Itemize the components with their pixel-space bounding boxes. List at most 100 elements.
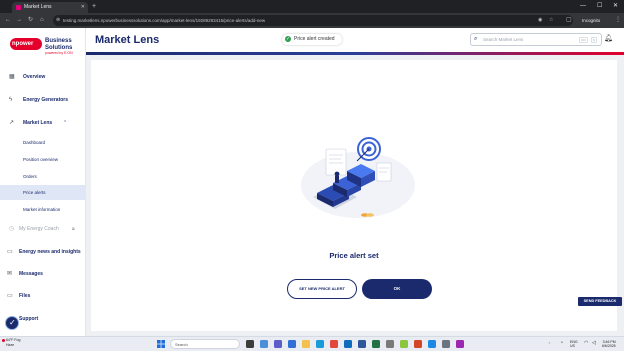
app-icon[interactable] <box>400 340 408 348</box>
sidebar-item-market-lens[interactable]: ↗ Market Lens ⌃ <box>0 114 86 131</box>
npower-logo[interactable]: npower <box>10 38 42 50</box>
excel-icon[interactable] <box>372 340 380 348</box>
windows-start-icon[interactable] <box>157 340 165 348</box>
teams-icon[interactable] <box>274 340 282 348</box>
incognito-label[interactable]: Incognito <box>582 16 600 25</box>
address-bar: ← → ↻ ⌂ ⊜ testing.marketlens.npowerbusin… <box>0 13 624 28</box>
back-icon[interactable]: ← <box>5 16 11 24</box>
omnibox[interactable]: ⊜ testing.marketlens.npowerbusinesssolut… <box>53 15 573 26</box>
chevron-up-icon[interactable]: ⌃ <box>548 342 551 346</box>
edge-icon[interactable] <box>316 340 324 348</box>
extensions-icon[interactable]: ▢ <box>566 16 572 24</box>
set-new-price-alert-button[interactable]: SET NEW PRICE ALERT <box>287 279 357 299</box>
sidebar-sub-market-information[interactable]: Market information <box>0 202 86 217</box>
trend-icon: ↗ <box>9 119 15 126</box>
toast-text: Price alert created <box>294 36 335 42</box>
browser-tab[interactable]: Market Lens ✕ <box>12 2 88 13</box>
word-icon[interactable] <box>358 340 366 348</box>
taskbar-search-label: Search <box>175 342 188 347</box>
app-icon[interactable] <box>456 340 464 348</box>
app-icon[interactable] <box>288 340 296 348</box>
send-feedback-button[interactable]: SEND FEEDBACK <box>578 297 622 306</box>
coach-icon: ◷ <box>9 225 15 232</box>
weather-temp: 64°F <box>6 338 14 342</box>
result-card: Price alert set SET NEW PRICE ALERT OK <box>91 60 617 331</box>
favicon-icon <box>16 5 21 10</box>
task-view-icon[interactable] <box>246 340 254 348</box>
sidebar-item-energy-generators[interactable]: ϟ Energy Generators <box>0 91 86 108</box>
price-alert-illustration <box>301 137 415 218</box>
check-circle-icon: ✓ <box>285 36 291 42</box>
date-text: 6/6/2025 <box>602 344 616 348</box>
chevron-up-icon[interactable]: ⌃ <box>63 119 67 127</box>
language-indicator[interactable]: ENG US <box>570 340 578 348</box>
window-close-icon[interactable]: ✕ <box>613 2 618 11</box>
sidebar-item-overview[interactable]: ▦ Overview <box>0 68 86 85</box>
weather-icon <box>2 339 5 342</box>
sidebar-item-my-energy-coach[interactable]: ◷ My Energy Coach 🔒︎ <box>0 220 86 237</box>
powerpoint-icon[interactable] <box>414 340 422 348</box>
sidebar-item-messages[interactable]: ✉ Messages <box>0 265 86 282</box>
region-text: US <box>570 344 575 348</box>
search-input[interactable] <box>483 35 563 44</box>
browser-tab-bar: Market Lens ✕ + — ☐ ✕ <box>0 0 624 13</box>
kbd-ctrl: Ctrl <box>579 37 588 43</box>
main-content: Price alert set SET NEW PRICE ALERT OK <box>86 55 624 336</box>
toast-notification: ✓ Price alert created <box>282 34 342 45</box>
sidebar-item-files[interactable]: ▭ Files <box>0 287 86 304</box>
sidebar-sub-position-overview[interactable]: Position overview <box>0 152 86 167</box>
brand-tagline: powered by E.ON <box>45 51 73 55</box>
sidebar-sub-orders[interactable]: Orders <box>0 169 86 184</box>
file-explorer-icon[interactable] <box>302 340 310 348</box>
sidebar-sub-dashboard[interactable]: Dashboard <box>0 135 86 150</box>
app: npower Business Solutions powered by E.O… <box>0 28 624 336</box>
minimize-icon[interactable]: — <box>580 2 586 11</box>
sidebar-item-energy-news[interactable]: ▭ Energy news and insights <box>0 243 86 260</box>
taskbar-search[interactable]: Search <box>170 339 240 349</box>
close-icon[interactable]: ✕ <box>81 3 85 12</box>
url-text[interactable]: testing.marketlens.npowerbusinesssolutio… <box>63 16 265 25</box>
grid-icon: ▦ <box>9 73 15 80</box>
site-info-icon[interactable]: ⊜ <box>56 16 60 25</box>
star-icon[interactable]: ☆ <box>549 16 553 25</box>
accessibility-help-button[interactable]: ✓ <box>5 316 19 330</box>
lock-icon: 🔒︎ <box>72 225 75 232</box>
forward-icon[interactable]: → <box>16 16 22 24</box>
new-tab-icon[interactable]: + <box>92 2 96 11</box>
reload-icon[interactable]: ↻ <box>28 16 33 24</box>
app-icon[interactable] <box>428 340 436 348</box>
mail-icon: ✉ <box>7 270 13 277</box>
weather-note: Haze <box>6 342 15 347</box>
folder-icon: ▭ <box>7 292 13 299</box>
outlook-icon[interactable] <box>344 340 352 348</box>
bolt-icon: ϟ <box>9 96 13 103</box>
ok-button[interactable]: OK <box>362 279 432 299</box>
taskbar: 64°F Fog Haze Search ⌃ ◔ ENG US ◠ ◁ 3:46… <box>0 336 624 351</box>
chrome-icon[interactable] <box>330 340 338 348</box>
weather-widget[interactable]: 64°F Fog Haze <box>6 338 20 347</box>
sidebar: npower Business Solutions powered by E.O… <box>0 28 86 336</box>
brand-name: Business Solutions <box>45 38 73 51</box>
menu-icon[interactable]: ⋮ <box>615 16 621 24</box>
home-icon[interactable]: ⌂ <box>40 16 44 24</box>
weather-desc: Fog <box>14 338 21 342</box>
settings-icon[interactable] <box>442 340 450 348</box>
maximize-icon[interactable]: ☐ <box>597 2 602 11</box>
news-icon: ▭ <box>7 248 13 255</box>
app-icon[interactable] <box>386 340 394 348</box>
volume-icon[interactable]: ◁ <box>592 341 596 346</box>
wifi-icon[interactable]: ◠ <box>584 341 588 346</box>
kbd-k: K <box>591 37 598 43</box>
tab-title: Market Lens <box>24 4 52 10</box>
app-icon[interactable] <box>260 340 268 348</box>
clock[interactable]: 3:46 PM 6/6/2025 <box>602 340 616 348</box>
search-icon: ⌕ <box>474 36 478 42</box>
bell-icon[interactable]: 🔔︎ <box>604 34 613 44</box>
search-box[interactable]: ⌕ Ctrl K <box>470 33 602 46</box>
result-title: Price alert set <box>329 251 379 260</box>
header: Market Lens ✓ Price alert created ⌕ Ctrl… <box>86 28 624 52</box>
page-title: Market Lens <box>95 34 160 46</box>
network-icon[interactable]: ◔ <box>560 341 563 346</box>
eye-off-icon[interactable]: ◉ <box>538 16 542 25</box>
sidebar-sub-price-alerts[interactable]: Price alerts <box>0 185 86 200</box>
